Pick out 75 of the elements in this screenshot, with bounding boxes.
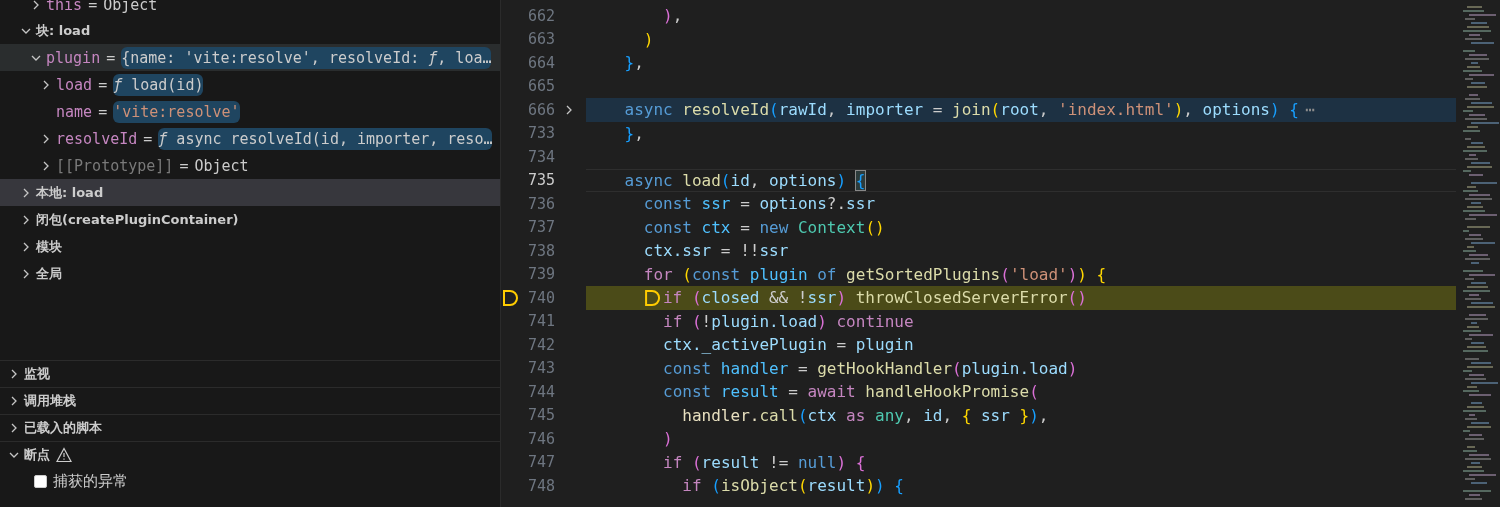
variable-name: resolveId (56, 129, 138, 148)
line-number: 663 (526, 30, 555, 49)
variable-name: [[Prototype]] (56, 156, 174, 175)
line-number: 664 (526, 53, 555, 72)
breakpoint-icon[interactable] (643, 288, 663, 307)
line-number: 746 (526, 429, 555, 448)
code-line: const handler = getHookHandler(plugin.load) (662, 358, 1078, 378)
scope-label[interactable]: 模块 (36, 237, 62, 256)
code-line: }, (623, 123, 644, 143)
code-line: handler.call(ctx as any, id, { ssr }), (681, 405, 1049, 425)
code-line: if (isObject(result)) { (681, 476, 904, 496)
scope-label[interactable]: 全局 (36, 264, 62, 283)
equals-sign: = (106, 48, 116, 67)
code-line: ctx.ssr = !!ssr (642, 241, 789, 261)
section-title: 已载入的脚本 (24, 419, 102, 437)
line-number: 735 (526, 171, 555, 190)
code-line: }, (623, 53, 644, 73)
scope-label[interactable]: 块: load (36, 21, 91, 40)
code-line: if (!plugin.load) continue (662, 311, 914, 331)
line-number: 733 (526, 124, 555, 143)
line-number: 666 (526, 100, 555, 119)
code-line: for (const plugin of getSortedPlugins('load')) { (642, 264, 1107, 284)
line-number: 744 (526, 382, 555, 401)
code-line: ) (662, 429, 673, 449)
variable-value: Object (194, 155, 249, 177)
line-number: 737 (526, 218, 555, 237)
section-header[interactable]: 断点 (0, 441, 500, 468)
hovered-row[interactable]: plugin = {name: 'vite:resolve', resolveId: ƒ, loa… (0, 44, 500, 71)
checkbox-label: 捕获的异常 (53, 472, 128, 491)
section-title: 调用堆栈 (24, 392, 76, 410)
line-number: 743 (526, 359, 555, 378)
section-title: 监视 (24, 365, 50, 383)
selected-row[interactable]: 本地: load (0, 179, 500, 206)
line-number: 738 (526, 241, 555, 260)
variable-value: 'vite:resolve' (113, 100, 240, 123)
equals-sign: = (179, 156, 189, 175)
variable-value: {name: 'vite:resolve', resolveId: ƒ, loa… (121, 46, 492, 69)
line-number: 665 (526, 77, 555, 96)
variable-name: name (56, 102, 93, 121)
breakpoint-icon[interactable] (502, 288, 520, 307)
code-line: async resolveId(rawId, importer = join(root, 'index.html'), options) { ⋯ (623, 100, 1315, 120)
line-number: 748 (526, 476, 555, 495)
checkbox[interactable] (34, 475, 47, 488)
code-line: if (result != null) { (662, 452, 866, 472)
line-number: 734 (526, 147, 555, 166)
scope-label[interactable]: 闭包(createPluginContainer) (36, 210, 239, 229)
code-line: ) (642, 29, 654, 49)
code-line: ctx._activePlugin = plugin (662, 335, 914, 355)
line-number: 739 (526, 265, 555, 284)
section-title: 断点 (24, 446, 50, 464)
line-number: 736 (526, 194, 555, 213)
line-number: 662 (526, 6, 555, 25)
code-line: const result = await handleHookPromise( (662, 382, 1039, 402)
code-line: if (closed && !ssr) throwClosedServerError() (586, 288, 1087, 308)
code-line: const ctx = new Context() (642, 217, 885, 237)
line-number: 747 (526, 453, 555, 472)
variable-name: load (56, 75, 93, 94)
equals-sign: = (143, 129, 153, 148)
variable-value: ƒ async resolveId(id, importer, reso… (158, 127, 493, 150)
scope-label[interactable]: 本地: load (36, 183, 104, 202)
line-number: 741 (526, 312, 555, 331)
code-line: const ssr = options?.ssr (642, 194, 875, 214)
code-line: ), (662, 6, 683, 26)
section-header[interactable]: 调用堆栈 (0, 387, 500, 414)
line-number: 745 (526, 406, 555, 425)
equals-sign: = (98, 102, 108, 121)
variable-value: ƒ load(id) (113, 73, 204, 96)
section-header[interactable]: 监视 (0, 360, 500, 387)
equals-sign: = (98, 75, 108, 94)
line-number: 740 (526, 288, 555, 307)
section-header[interactable]: 已载入的脚本 (0, 414, 500, 441)
equals-sign: = (88, 0, 98, 14)
variable-name: plugin (46, 48, 101, 67)
line-number: 742 (526, 335, 555, 354)
code-line: async load(id, options) { (623, 170, 866, 190)
